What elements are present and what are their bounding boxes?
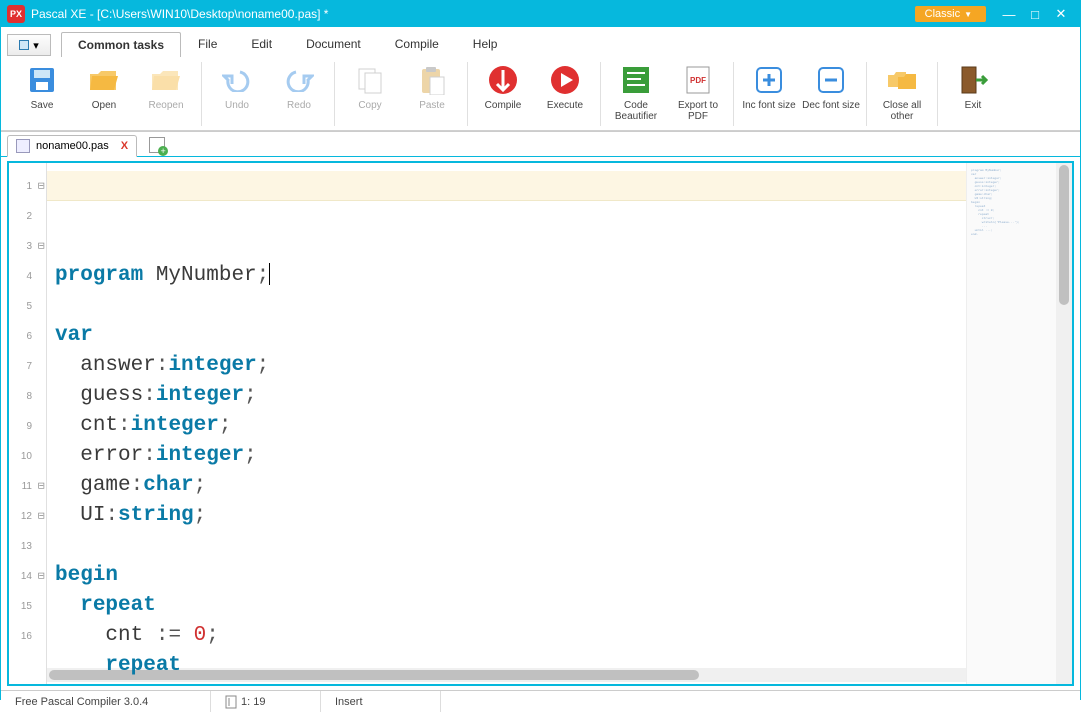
code-line[interactable]: var <box>55 321 966 351</box>
save-button[interactable]: Save <box>11 62 73 126</box>
copy-button[interactable]: Copy <box>339 62 401 126</box>
line-number: 14 <box>9 561 46 591</box>
code-line[interactable]: error:integer; <box>55 441 966 471</box>
save-icon <box>26 64 58 96</box>
minimize-button[interactable]: — <box>996 4 1022 24</box>
vertical-scrollbar[interactable] <box>1056 163 1072 684</box>
code-line[interactable] <box>55 291 966 321</box>
window-title: Pascal XE - [C:\Users\WIN10\Desktop\nona… <box>31 7 915 21</box>
menu-tab-help[interactable]: Help <box>456 31 515 56</box>
document-tab-row: noname00.pas X <box>1 132 1080 157</box>
line-number: 4 <box>9 261 46 291</box>
line-number: 11 <box>9 471 46 501</box>
code-line[interactable] <box>55 531 966 561</box>
document-tab[interactable]: noname00.pas X <box>7 135 137 157</box>
open-button[interactable]: Open <box>73 62 135 126</box>
code-line[interactable]: cnt := 0; <box>55 621 966 651</box>
reopen-icon <box>150 64 182 96</box>
code-line[interactable]: repeat <box>55 651 966 681</box>
line-number: 9 <box>9 411 46 441</box>
redo-icon <box>283 64 315 96</box>
code-line[interactable]: guess:integer; <box>55 381 966 411</box>
line-number: 1 <box>9 171 46 201</box>
line-number: 7 <box>9 351 46 381</box>
line-number: 3 <box>9 231 46 261</box>
close-all-icon <box>886 64 918 96</box>
line-number: 15 <box>9 591 46 621</box>
minus-icon <box>815 64 847 96</box>
cursor-pos-icon <box>225 695 237 709</box>
paste-button[interactable]: Paste <box>401 62 463 126</box>
close-all-other-button[interactable]: Close all other <box>871 62 933 126</box>
menubar: ▾ Common tasksFileEditDocumentCompileHel… <box>1 27 1080 132</box>
classic-theme-button[interactable]: Classic <box>915 6 986 22</box>
ribbon: Save Open Reopen Undo Redo <box>1 56 1080 131</box>
line-gutter: 12345678910111213141516 <box>9 163 47 684</box>
undo-button[interactable]: Undo <box>206 62 268 126</box>
line-number: 8 <box>9 381 46 411</box>
line-number: 6 <box>9 321 46 351</box>
line-number: 5 <box>9 291 46 321</box>
pdf-icon: PDF <box>682 64 714 96</box>
undo-icon <box>221 64 253 96</box>
line-number: 10 <box>9 441 46 471</box>
maximize-button[interactable]: □ <box>1022 4 1048 24</box>
menu-tab-file[interactable]: File <box>181 31 234 56</box>
layout-icon <box>19 40 29 50</box>
menu-tab-edit[interactable]: Edit <box>234 31 289 56</box>
svg-text:PDF: PDF <box>690 76 706 85</box>
line-number: 2 <box>9 201 46 231</box>
compile-button[interactable]: Compile <box>472 62 534 126</box>
exit-button[interactable]: Exit <box>942 62 1004 126</box>
code-line[interactable]: begin <box>55 561 966 591</box>
status-cursor-pos: 1: 19 <box>211 691 321 712</box>
code-line[interactable]: game:char; <box>55 471 966 501</box>
copy-icon <box>354 64 386 96</box>
compile-icon <box>487 64 519 96</box>
code-line[interactable]: clrscr; <box>55 681 966 684</box>
code-area[interactable]: program MyNumber; var answer:integer; gu… <box>47 163 966 684</box>
beautifier-button[interactable]: Code Beautifier <box>605 62 667 126</box>
paste-icon <box>416 64 448 96</box>
menu-tab-common-tasks[interactable]: Common tasks <box>61 32 181 57</box>
plus-icon <box>753 64 785 96</box>
reopen-button[interactable]: Reopen <box>135 62 197 126</box>
dec-font-button[interactable]: Dec font size <box>800 62 862 126</box>
export-pdf-button[interactable]: PDF Export to PDF <box>667 62 729 126</box>
execute-button[interactable]: Execute <box>534 62 596 126</box>
redo-button[interactable]: Redo <box>268 62 330 126</box>
app-icon: PX <box>7 5 25 23</box>
open-folder-icon <box>88 64 120 96</box>
status-bar: Free Pascal Compiler 3.0.4 1: 19 Insert <box>1 690 1080 712</box>
beautifier-icon <box>620 64 652 96</box>
menu-tab-document[interactable]: Document <box>289 31 378 56</box>
minimap[interactable]: program MyNumber; var answer:integer; gu… <box>966 163 1056 684</box>
exit-icon <box>957 64 989 96</box>
code-line[interactable]: cnt:integer; <box>55 411 966 441</box>
code-line[interactable]: answer:integer; <box>55 351 966 381</box>
line-number: 16 <box>9 621 46 651</box>
code-line[interactable]: UI:string; <box>55 501 966 531</box>
close-tab-icon[interactable]: X <box>121 140 128 152</box>
file-icon <box>16 139 30 153</box>
close-button[interactable]: ✕ <box>1048 4 1074 24</box>
view-layout-button[interactable]: ▾ <box>7 34 51 56</box>
execute-icon <box>549 64 581 96</box>
line-number: 13 <box>9 531 46 561</box>
status-compiler: Free Pascal Compiler 3.0.4 <box>1 691 211 712</box>
status-insert-mode: Insert <box>321 691 441 712</box>
line-number: 12 <box>9 501 46 531</box>
document-tab-label: noname00.pas <box>36 140 109 152</box>
new-document-icon[interactable] <box>149 137 165 153</box>
titlebar: PX Pascal XE - [C:\Users\WIN10\Desktop\n… <box>1 1 1080 27</box>
code-editor[interactable]: 12345678910111213141516 program MyNumber… <box>7 161 1074 686</box>
menu-tab-compile[interactable]: Compile <box>378 31 456 56</box>
code-line[interactable]: program MyNumber; <box>55 261 966 291</box>
code-line[interactable]: repeat <box>55 591 966 621</box>
inc-font-button[interactable]: Inc font size <box>738 62 800 126</box>
